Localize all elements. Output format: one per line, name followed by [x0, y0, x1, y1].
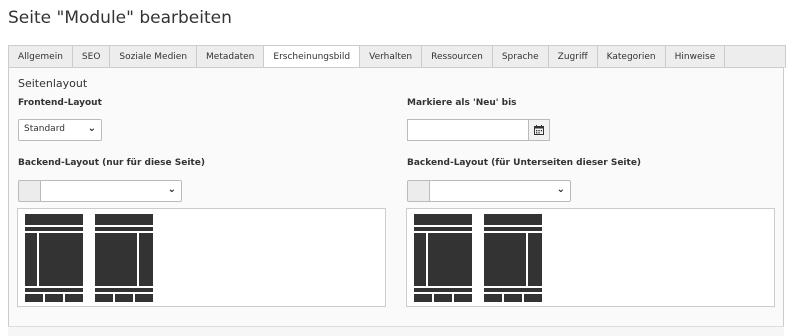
tab-allgemein[interactable]: Allgemein — [9, 46, 73, 68]
tab-ressourcen[interactable]: Ressourcen — [422, 46, 493, 68]
tab-kategorien[interactable]: Kategorien — [598, 46, 666, 68]
tab-sprache[interactable]: Sprache — [493, 46, 549, 68]
backend-layout-sub-label: Backend-Layout (für Unterseiten dieser S… — [407, 158, 642, 168]
backend-layout-page-prefix — [18, 180, 40, 202]
calendar-icon — [534, 125, 544, 135]
tab-panel-erscheinungsbild: Seitenlayout Frontend-Layout Standard ⌄ … — [8, 67, 784, 335]
page-title: Seite "Module" bearbeiten — [8, 8, 232, 28]
backend-layout-page-preview — [17, 208, 386, 307]
layout-three-column-right-icon — [484, 214, 542, 302]
tab-zugriff[interactable]: Zugriff — [549, 46, 598, 68]
section-title: Seitenlayout — [18, 77, 88, 90]
backend-layout-sub-dropdown[interactable]: ⌄ — [429, 180, 571, 202]
backend-layout-sub-preview — [406, 208, 775, 307]
backend-layout-sub-select[interactable]: ⌄ — [407, 180, 571, 202]
new-until-date-input[interactable] — [407, 119, 529, 141]
frontend-layout-value: Standard — [24, 124, 65, 134]
layout-three-column-right-icon — [95, 214, 153, 302]
layout-three-column-icon — [25, 214, 83, 302]
tab-seo[interactable]: SEO — [73, 46, 111, 68]
tab-metadaten[interactable]: Metadaten — [197, 46, 265, 68]
chevron-down-icon: ⌄ — [556, 184, 565, 195]
tab-bar: Allgemein SEO Soziale Medien Metadaten E… — [8, 45, 786, 69]
chevron-down-icon: ⌄ — [167, 184, 176, 195]
backend-layout-page-select[interactable]: ⌄ — [18, 180, 182, 202]
tab-verhalten[interactable]: Verhalten — [360, 46, 423, 68]
frontend-layout-label: Frontend-Layout — [18, 98, 102, 108]
backend-layout-sub-prefix — [407, 180, 429, 202]
frontend-layout-select[interactable]: Standard ⌄ — [18, 119, 102, 141]
calendar-button[interactable] — [528, 119, 550, 141]
chevron-down-icon: ⌄ — [87, 123, 96, 134]
new-until-label: Markiere als 'Neu' bis — [407, 98, 517, 108]
layout-three-column-icon — [414, 214, 472, 302]
backend-layout-page-label: Backend-Layout (nur für diese Seite) — [18, 158, 205, 168]
tab-soziale-medien[interactable]: Soziale Medien — [110, 46, 198, 68]
tab-erscheinungsbild[interactable]: Erscheinungsbild — [264, 46, 361, 69]
tab-hinweise[interactable]: Hinweise — [666, 46, 726, 68]
backend-layout-page-dropdown[interactable]: ⌄ — [40, 180, 182, 202]
